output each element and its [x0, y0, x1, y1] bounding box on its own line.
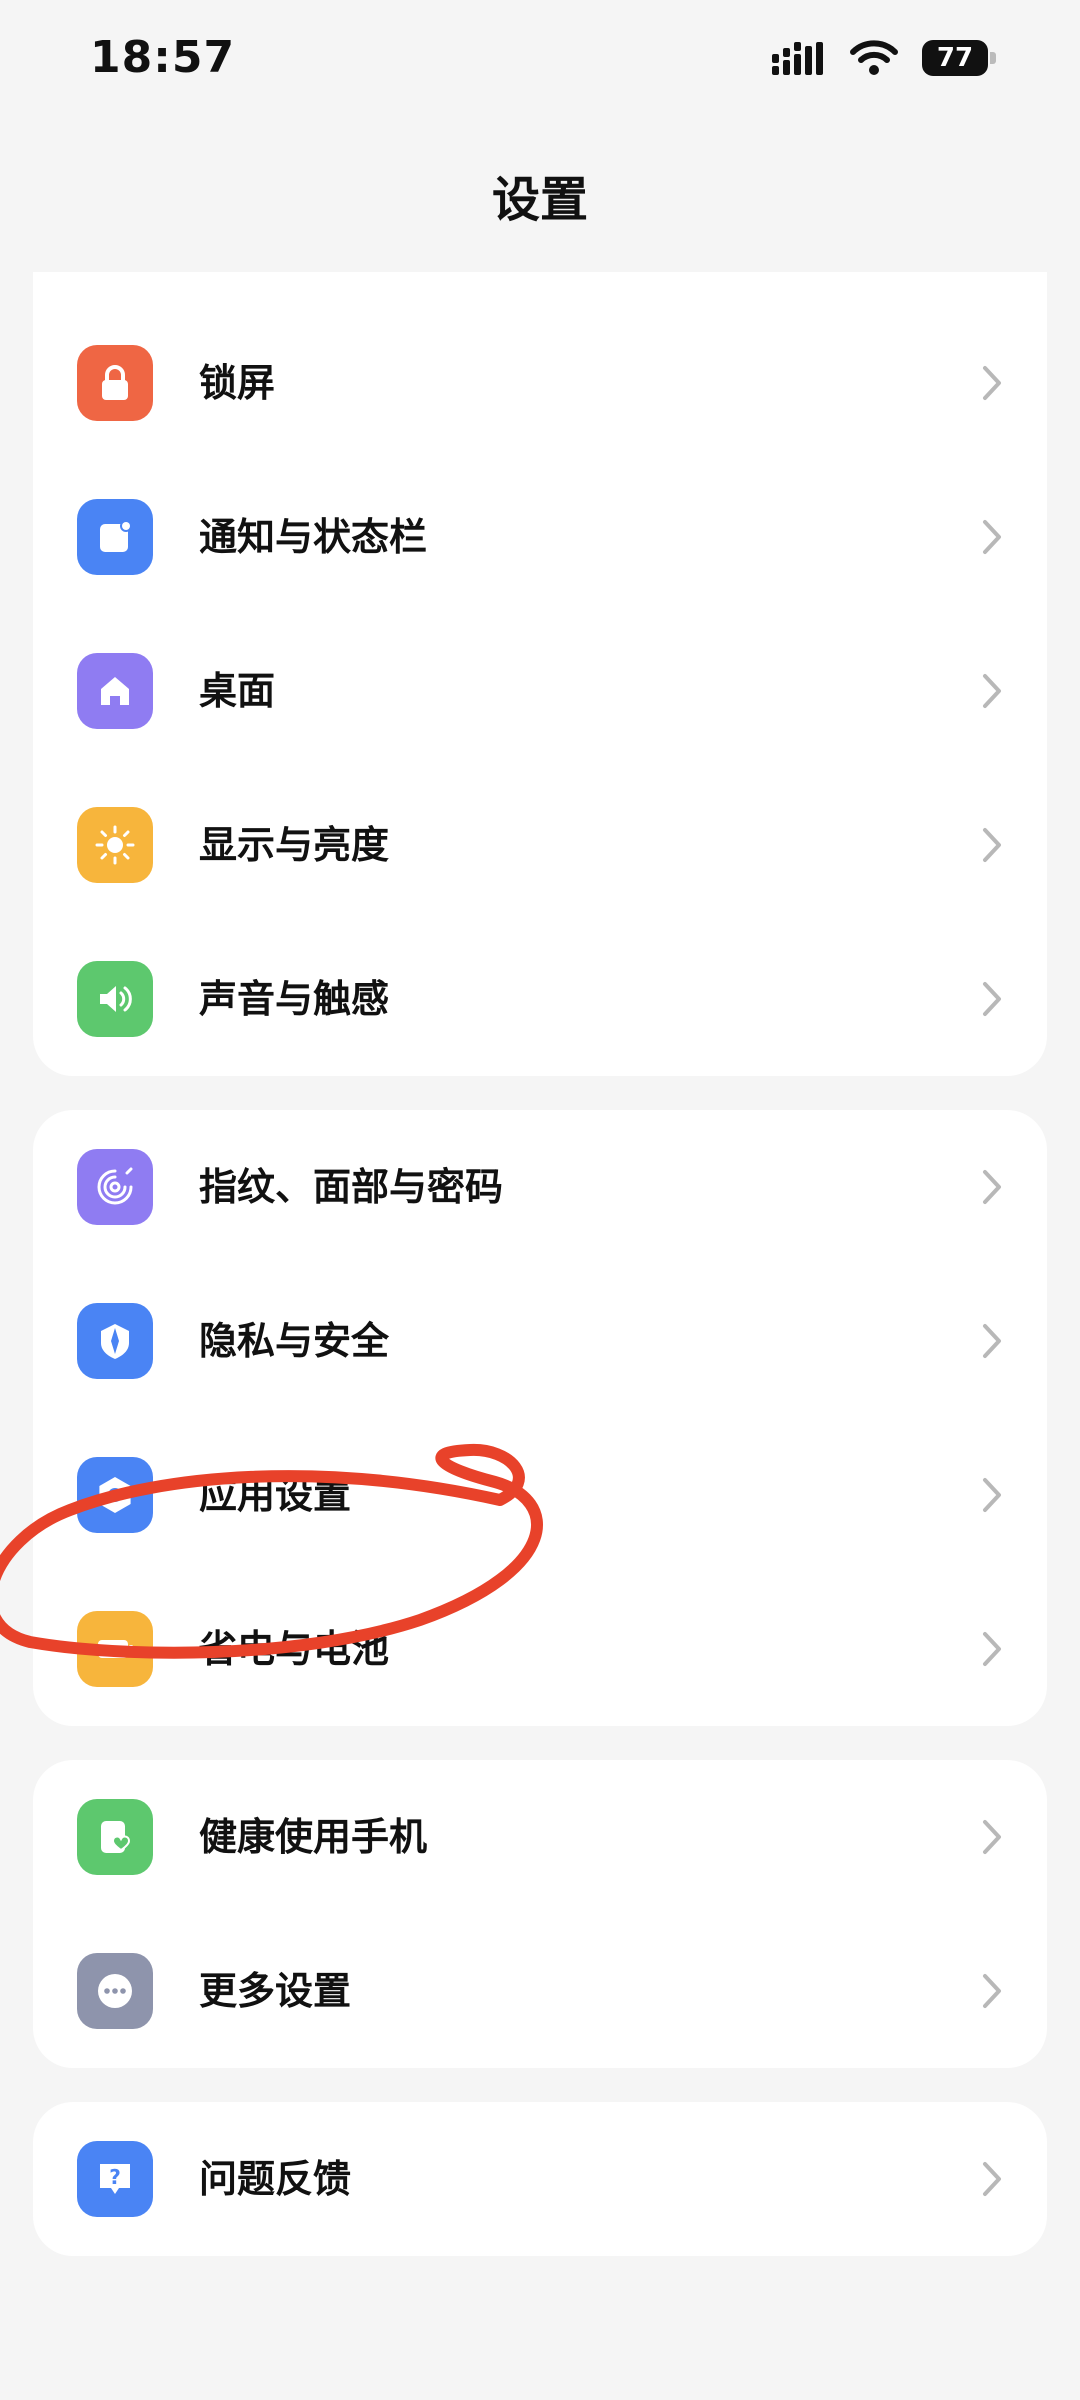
settings-group: 指纹、面部与密码 隐私与安全应用设置省电与电池 [33, 1110, 1047, 1726]
settings-row-label: 更多设置 [199, 1969, 352, 2013]
status-icons: 77 [770, 40, 996, 76]
settings-row[interactable]: 声音与触感 [33, 922, 1047, 1076]
status-time: 18:57 [90, 32, 236, 83]
chevron-right-icon [973, 1320, 1009, 1362]
settings-row[interactable]: ? 问题反馈 [33, 2102, 1047, 2256]
chevron-right-icon [973, 1970, 1009, 2012]
chevron-right-icon [973, 2158, 1009, 2200]
settings-row-label: 锁屏 [199, 361, 276, 405]
signal-icon [772, 42, 823, 75]
battery-indicator: 77 [922, 40, 996, 76]
settings-row-label: 桌面 [199, 669, 276, 713]
chevron-right-icon [973, 1816, 1009, 1858]
svg-text:?: ? [109, 2165, 121, 2189]
chevron-right-icon [973, 362, 1009, 404]
chevron-right-icon [973, 978, 1009, 1020]
settings-row[interactable]: 指纹、面部与密码 [33, 1110, 1047, 1264]
settings-row-label: 声音与触感 [199, 977, 390, 1021]
app-settings-icon [77, 1457, 153, 1533]
page-title: 设置 [491, 172, 588, 228]
chevron-right-icon [973, 1166, 1009, 1208]
settings-row[interactable]: 健康使用手机 [33, 1760, 1047, 1914]
settings-group: 系统个性化锁屏通知与状态栏桌面显示与亮度声音与触感 [33, 272, 1047, 1076]
chevron-right-icon [973, 516, 1009, 558]
settings-group: ? 问题反馈 [33, 2102, 1047, 2256]
battery-level: 77 [922, 40, 988, 76]
settings-row-label: 应用设置 [199, 1473, 352, 1517]
settings-group: 健康使用手机 更多设置 [33, 1760, 1047, 2068]
settings-row[interactable]: 显示与亮度 [33, 768, 1047, 922]
health-icon [77, 1799, 153, 1875]
settings-row-label: 隐私与安全 [199, 1319, 390, 1363]
more-icon [77, 1953, 153, 2029]
settings-row[interactable]: 桌面 [33, 614, 1047, 768]
chevron-right-icon [973, 670, 1009, 712]
settings-row-label: 显示与亮度 [199, 823, 390, 867]
wifi-icon [850, 40, 898, 75]
sun-icon [77, 807, 153, 883]
status-bar: 18:57 77 [0, 0, 1080, 128]
chevron-right-icon [973, 1474, 1009, 1516]
settings-row-label: 系统个性化 [199, 272, 389, 306]
settings-row[interactable]: 更多设置 [33, 1914, 1047, 2068]
battery-icon [77, 1611, 153, 1687]
settings-row-label: 指纹、面部与密码 [199, 1165, 504, 1209]
notification-icon [77, 499, 153, 575]
settings-row-label: 健康使用手机 [199, 1815, 428, 1859]
speaker-icon [77, 961, 153, 1037]
settings-row[interactable]: 隐私与安全 [33, 1264, 1047, 1418]
settings-row[interactable]: 应用设置 [33, 1418, 1047, 1572]
settings-row[interactable]: 省电与电池 [33, 1572, 1047, 1726]
home-icon [77, 653, 153, 729]
settings-row[interactable]: 通知与状态栏 [33, 460, 1047, 614]
shield-icon [77, 1303, 153, 1379]
settings-row[interactable]: 系统个性化 [33, 272, 1047, 306]
chevron-right-icon [973, 824, 1009, 866]
lock-icon [77, 345, 153, 421]
settings-row[interactable]: 锁屏 [33, 306, 1047, 460]
fingerprint-icon [77, 1149, 153, 1225]
feedback-icon: ? [77, 2141, 153, 2217]
settings-row-label: 省电与电池 [199, 1627, 390, 1671]
settings-list[interactable]: 系统个性化锁屏通知与状态栏桌面显示与亮度声音与触感指纹、面部与密码隐私与安全应用… [0, 272, 1080, 2400]
settings-row-label: 通知与状态栏 [199, 515, 428, 559]
settings-row-label: 问题反馈 [199, 2157, 352, 2201]
chevron-right-icon [973, 1628, 1009, 1670]
